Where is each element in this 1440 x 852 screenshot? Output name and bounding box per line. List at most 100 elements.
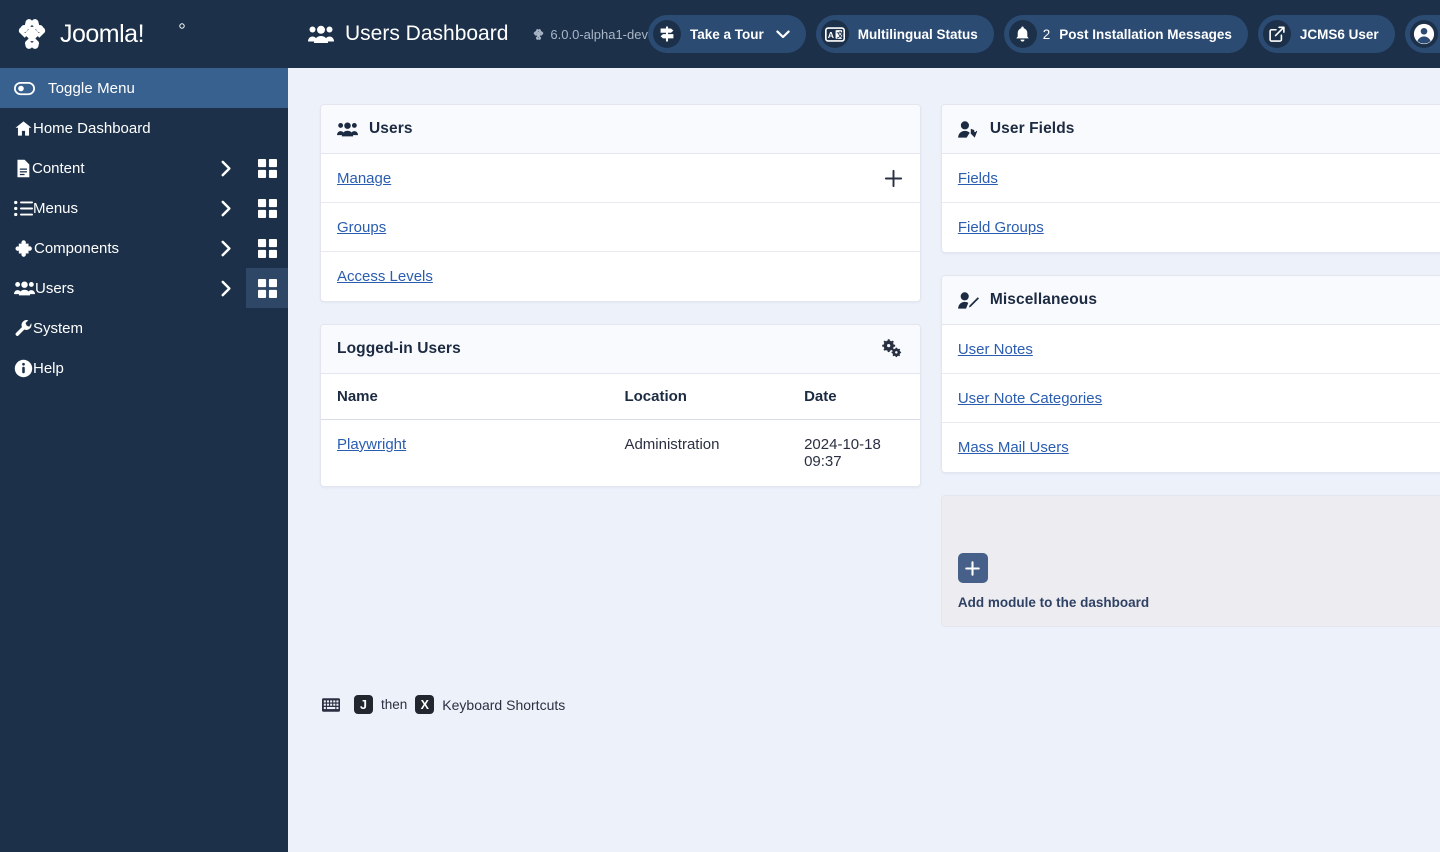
topbar: Users Dashboard 6.0.0-alpha1-dev Take a … [288,0,1440,68]
sidebar-nav: Toggle Menu Home Dashboard Content Menus… [0,68,288,388]
miscellaneous-row-mass-mail-users[interactable]: Mass Mail Users [942,423,1440,472]
table-row: Playwright Administration 2024-10-18 09:… [321,420,920,487]
plus-icon[interactable] [883,168,904,189]
sidebar-item-label: Components [34,239,120,257]
shortcut-key-x: X [415,695,435,714]
add-module-panel[interactable]: Add module to the dashboard [940,495,1440,627]
joomla-logo-icon [14,16,50,52]
main-area: Users Dashboard 6.0.0-alpha1-dev Take a … [288,0,1440,852]
topbar-actions: Take a Tour A 文 Multilingual Status 2 Po… [647,15,1440,53]
user-note-categories-link[interactable]: User Note Categories [958,390,1102,407]
puzzle-icon [14,239,34,258]
bell-icon [1008,20,1037,48]
shortcut-then-label: then [381,697,408,712]
dashboard-content: Users Manage Groups Access Levels Logged… [288,68,1440,852]
fields-link[interactable]: Fields [958,170,998,187]
wrench-icon [14,319,33,338]
signpost-icon [652,20,681,48]
user-fields-card: User Fields Fields Field Groups [940,104,1440,253]
sidebar-spacer [204,348,246,388]
keyboard-shortcuts-label: Keyboard Shortcuts [442,696,566,713]
page-title-text: Users Dashboard [345,22,509,45]
brand-logo[interactable]: Joomla! [0,0,288,68]
users-row-groups[interactable]: Groups [321,203,920,252]
info-circle-icon [14,359,33,378]
cell-date: 2024-10-18 09:37 [788,420,920,487]
sidebar-item-system[interactable]: System [0,308,288,348]
chevron-right-icon[interactable] [206,200,246,217]
cell-name: Playwright [321,420,608,487]
table-header-row: Name Location Date [321,374,920,420]
user-tag-icon [957,120,979,138]
user-menu-button[interactable]: User Menu [1404,15,1440,53]
sidebar-grid-components[interactable] [246,228,288,268]
sidebar-item-home-dashboard[interactable]: Home Dashboard [0,108,288,148]
access-levels-link[interactable]: Access Levels [337,268,433,285]
user-name-link[interactable]: Playwright [337,436,406,453]
user-fields-card-header: User Fields [941,105,1440,154]
sidebar-item-toggle-menu[interactable]: Toggle Menu [0,68,288,108]
keyboard-shortcuts[interactable]: J then X Keyboard Shortcuts [320,695,1440,714]
groups-link[interactable]: Groups [337,219,386,236]
sidebar-item-label: System [33,319,84,337]
sidebar-grid-content[interactable] [246,148,288,188]
miscellaneous-row-user-note-categories[interactable]: User Note Categories [941,374,1440,423]
translate-icon: A 文 [820,20,849,48]
toggle-switch-icon [14,78,42,99]
users-icon [337,121,358,137]
svg-text:文: 文 [835,30,844,39]
user-fields-row-field-groups[interactable]: Field Groups [942,203,1440,252]
user-circle-icon [1409,20,1438,48]
jcms6-user-label: JCMS6 User [1299,26,1379,42]
multilingual-status-label: Multilingual Status [857,26,978,42]
sidebar-item-help[interactable]: Help [0,348,288,388]
sidebar-item-menus[interactable]: Menus [0,188,288,228]
column-header-name: Name [321,374,609,420]
dashboard-column-left: Users Manage Groups Access Levels Logged… [320,104,921,487]
sidebar-spacer [246,348,288,388]
field-groups-link[interactable]: Field Groups [958,219,1044,236]
sidebar-grid-menus[interactable] [246,188,288,228]
post-installation-messages-label: Post Installation Messages [1059,26,1232,42]
sidebar-spacer [246,308,288,348]
chevron-right-icon[interactable] [206,160,246,177]
users-card: Users Manage Groups Access Levels [320,104,921,302]
jcms6-user-button[interactable]: JCMS6 User [1257,15,1395,53]
logged-in-users-card-title: Logged-in Users [337,340,461,357]
joomla-mark-icon [532,28,545,41]
notification-count: 2 [1042,26,1051,42]
miscellaneous-row-user-notes[interactable]: User Notes [941,325,1440,374]
take-a-tour-button[interactable]: Take a Tour [647,15,806,53]
users-row-access-levels[interactable]: Access Levels [321,252,920,301]
manage-link[interactable]: Manage [337,170,391,187]
sidebar-item-label: Menus [33,199,79,217]
post-installation-messages-button[interactable]: 2 Post Installation Messages [1003,15,1248,53]
mass-mail-users-link[interactable]: Mass Mail Users [958,439,1069,456]
user-fields-card-title: User Fields [989,120,1075,137]
add-module-label: Add module to the dashboard [957,595,1150,610]
logged-in-users-table: Name Location Date Playwright Administra… [321,374,920,486]
miscellaneous-card-header: Miscellaneous [941,276,1440,325]
sidebar-grid-users[interactable] [246,268,288,308]
multilingual-status-button[interactable]: A 文 Multilingual Status [815,15,994,53]
plus-icon[interactable] [957,553,988,583]
cogs-icon[interactable] [881,338,904,360]
sidebar-item-label: Users [35,279,75,297]
column-header-date: Date [788,374,920,420]
chevron-right-icon[interactable] [206,240,246,257]
sidebar-item-components[interactable]: Components [0,228,288,268]
users-icon [308,25,334,44]
sidebar-item-users[interactable]: Users [0,268,288,308]
users-card-header: Users [321,105,920,154]
user-fields-row-fields[interactable]: Fields [941,154,1440,203]
user-notes-link[interactable]: User Notes [958,341,1033,358]
chevron-right-icon[interactable] [206,280,246,297]
sidebar-item-label: Content [32,159,85,177]
sidebar-item-content[interactable]: Content [0,148,288,188]
sidebar-spacer [204,108,246,148]
sidebar-item-label: Help [33,359,64,377]
users-row-manage[interactable]: Manage [321,154,920,203]
chevron-down-icon[interactable] [776,30,790,39]
brand-wordmark: Joomla! [60,21,210,47]
home-icon [14,119,33,138]
